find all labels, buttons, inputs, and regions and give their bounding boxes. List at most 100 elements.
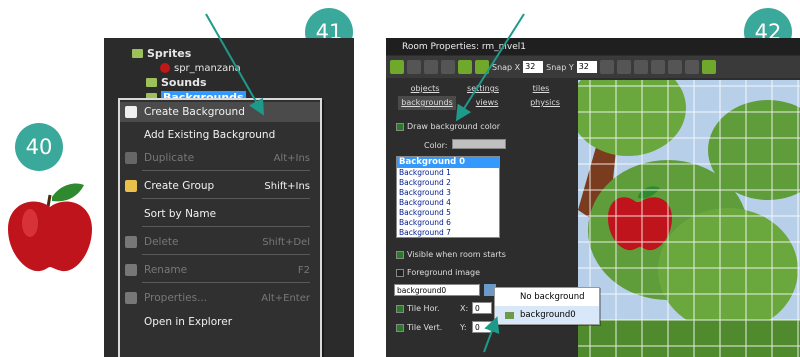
apple-sprite-icon	[160, 63, 170, 73]
checkbox[interactable]	[396, 250, 404, 259]
dropdown-item-no-background[interactable]: No background	[495, 288, 599, 306]
checkbox[interactable]	[396, 304, 404, 313]
list-item[interactable]: Background 0	[397, 157, 499, 168]
arrow-right-icon[interactable]	[441, 60, 455, 74]
checkbox-label: Tile Vert.	[407, 323, 443, 332]
dot-icon[interactable]	[667, 60, 682, 74]
picture-icon	[125, 106, 137, 118]
context-menu: Create Background Add Existing Backgroun…	[118, 98, 322, 357]
menu-item-rename[interactable]: Rename F2	[120, 260, 320, 280]
menu-shortcut: Alt+Ins	[273, 152, 310, 164]
draw-bg-color-checkbox[interactable]: Draw background color	[396, 122, 500, 131]
dropdown-label: background0	[520, 310, 576, 320]
menu-separator	[142, 282, 310, 283]
menu-separator	[142, 226, 310, 227]
color-swatch[interactable]	[452, 139, 506, 149]
tree-label: spr_manzana	[174, 62, 241, 74]
menu-item-open-in-explorer[interactable]: Open in Explorer	[120, 312, 320, 332]
dot-icon[interactable]	[650, 60, 665, 74]
tree-label: Sounds	[161, 75, 207, 89]
tree-item-sprite[interactable]: spr_manzana	[160, 61, 241, 75]
menu-item-delete[interactable]: Delete Shift+Del	[120, 232, 320, 252]
menu-item-properties[interactable]: Properties... Alt+Enter	[120, 288, 320, 308]
resource-tree-panel: Sprites spr_manzana Sounds Backgrounds C…	[104, 38, 354, 357]
tile-hor-checkbox[interactable]: Tile Hor.	[396, 304, 440, 313]
room-background-art	[578, 80, 800, 357]
window-title: Room Properties: rm_nivel1	[386, 38, 800, 55]
checkbox[interactable]	[396, 268, 404, 277]
shift-icon[interactable]	[458, 60, 472, 74]
list-item[interactable]: Background 7	[397, 228, 499, 238]
checkbox-label: Visible when room starts	[407, 250, 506, 259]
menu-label: Create Background	[144, 106, 245, 118]
room-tabs: objects settings tiles backgrounds views…	[388, 80, 576, 112]
checkbox-label: Tile Hor.	[407, 304, 440, 313]
menu-separator	[142, 170, 310, 171]
tab-backgrounds[interactable]: backgrounds	[398, 96, 456, 110]
tab-physics[interactable]: physics	[518, 96, 572, 110]
visible-checkbox[interactable]: Visible when room starts	[396, 250, 506, 259]
checkbox[interactable]	[396, 323, 404, 332]
menu-label: Duplicate	[144, 152, 195, 164]
step-badge-40: 40	[15, 123, 63, 171]
background-select-field[interactable]: background0	[394, 284, 480, 296]
color-label: Color:	[424, 141, 448, 150]
x-input[interactable]: 0	[472, 302, 492, 314]
tree-folder-sounds[interactable]: Sounds	[146, 75, 207, 89]
confirm-icon[interactable]	[390, 60, 404, 74]
new-icon[interactable]	[424, 60, 438, 74]
dot-icon[interactable]	[633, 60, 648, 74]
snap-x-label: Snap X	[492, 62, 521, 72]
menu-shortcut: Shift+Ins	[264, 180, 310, 192]
y-label: Y:	[460, 323, 467, 332]
background-dropdown: No background background0	[494, 287, 600, 325]
foreground-checkbox[interactable]: Foreground image	[396, 268, 480, 277]
list-item[interactable]: Background 4	[397, 198, 499, 208]
list-item[interactable]: Background 5	[397, 208, 499, 218]
menu-label: Create Group	[144, 180, 215, 192]
list-item[interactable]: Background 2	[397, 178, 499, 188]
menu-label: Properties...	[144, 292, 208, 304]
menu-item-create-background[interactable]: Create Background	[120, 102, 320, 122]
list-item[interactable]: Background 1	[397, 168, 499, 178]
undo-icon[interactable]	[407, 60, 421, 74]
folder-icon	[146, 77, 157, 87]
snap-x-input[interactable]: 32	[523, 61, 544, 73]
room-toolbar: Snap X 32 Snap Y 32	[386, 56, 800, 78]
isometric-icon[interactable]	[616, 60, 631, 74]
tab-views[interactable]: views	[460, 96, 514, 110]
tab-settings[interactable]: settings	[456, 82, 510, 96]
dropdown-label: No background	[520, 292, 585, 302]
properties-icon	[125, 292, 137, 304]
snap-y-label: Snap Y	[546, 62, 574, 72]
checkbox-label: Draw background color	[407, 122, 500, 131]
snap-y-input[interactable]: 32	[576, 61, 597, 73]
folder-icon	[132, 48, 143, 58]
tab-objects[interactable]: objects	[398, 82, 452, 96]
y-input[interactable]: 0	[472, 321, 492, 333]
copy-icon	[125, 152, 137, 164]
menu-item-duplicate[interactable]: Duplicate Alt+Ins	[120, 148, 320, 168]
menu-item-add-existing[interactable]: Add Existing Background	[120, 125, 320, 145]
checkbox[interactable]	[396, 122, 404, 131]
dropdown-item-background0[interactable]: background0	[495, 306, 599, 324]
menu-separator	[142, 254, 310, 255]
checkbox-label: Foreground image	[407, 268, 481, 277]
shift-icon[interactable]	[475, 60, 489, 74]
room-canvas[interactable]	[578, 80, 800, 357]
grid-icon[interactable]	[599, 60, 614, 74]
menu-item-create-group[interactable]: Create Group Shift+Ins	[120, 176, 320, 196]
menu-shortcut: Shift+Del	[262, 236, 310, 248]
room-properties-window: Room Properties: rm_nivel1 Snap X 32 Sna…	[386, 38, 800, 357]
tree-folder-sprites[interactable]: Sprites	[132, 46, 191, 60]
list-item[interactable]: Background 3	[397, 188, 499, 198]
tab-tiles[interactable]: tiles	[514, 82, 568, 96]
list-item[interactable]: Background 6	[397, 218, 499, 228]
picture-icon	[505, 311, 514, 319]
list-icon[interactable]	[701, 60, 716, 74]
dot-icon[interactable]	[684, 60, 699, 74]
background-list[interactable]: Background 0 Background 1 Background 2 B…	[396, 156, 500, 238]
tile-vert-checkbox[interactable]: Tile Vert.	[396, 323, 442, 332]
menu-item-sort-by-name[interactable]: Sort by Name	[120, 204, 320, 224]
menu-label: Rename	[144, 264, 188, 276]
